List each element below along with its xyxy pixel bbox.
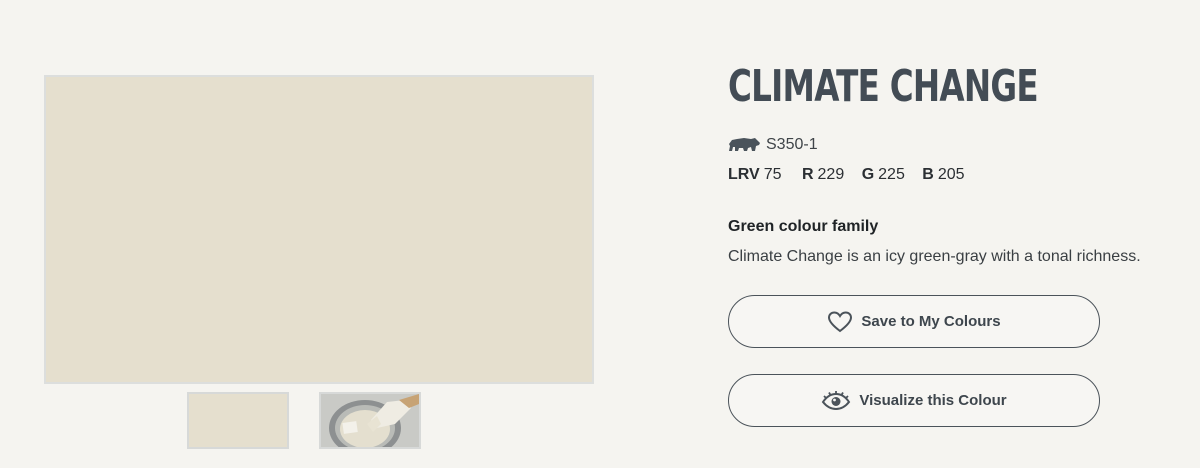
save-button-label: Save to My Colours [861, 313, 1001, 330]
color-family: Green colour family [728, 218, 879, 235]
g-value: G 225 [861, 166, 905, 183]
color-name-title: CLIMATE CHANGE [728, 61, 1039, 112]
eye-icon [822, 390, 851, 410]
thumbnail-swatch[interactable] [187, 392, 289, 449]
bear-icon [729, 138, 760, 151]
b-value: B 205 [922, 166, 965, 183]
color-values: LRV 75 R 229 G 225 B 205 [728, 166, 981, 184]
visualize-colour-button[interactable]: Visualize this Colour [728, 374, 1100, 427]
lrv-value: LRV 75 [728, 166, 782, 183]
visualize-button-label: Visualize this Colour [859, 392, 1007, 409]
save-to-my-colours-button[interactable]: Save to My Colours [728, 295, 1100, 348]
color-code-row: S350-1 [728, 132, 818, 158]
color-swatch-large [44, 75, 594, 384]
thumbnail-paint-can[interactable] [319, 392, 421, 449]
color-description: Climate Change is an icy green-gray with… [728, 248, 1141, 265]
r-value: R 229 [801, 166, 845, 183]
paint-can-image [321, 394, 419, 447]
heart-icon [828, 310, 853, 332]
color-detail-page: CLIMATE CHANGE S350-1 LRV 75 R 229 G 225 B2… [0, 0, 1200, 468]
color-code: S350-1 [766, 136, 818, 153]
